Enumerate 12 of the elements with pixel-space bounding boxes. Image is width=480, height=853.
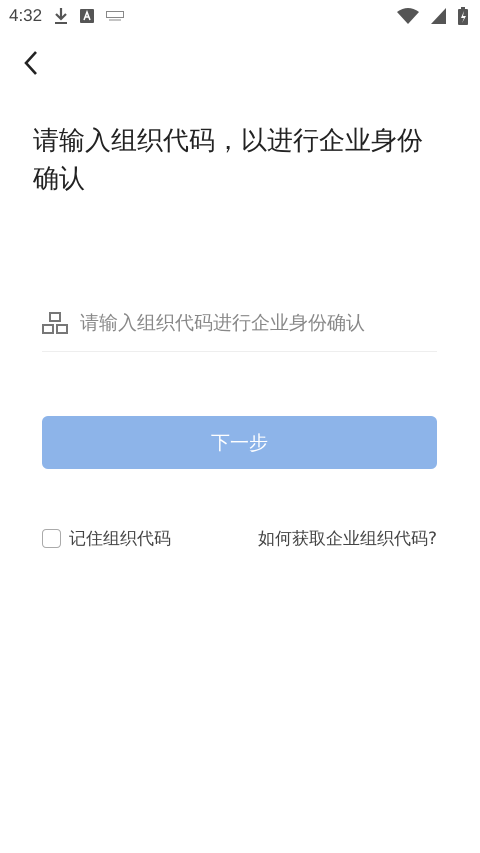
wifi-icon bbox=[397, 8, 419, 24]
signal-icon bbox=[431, 8, 446, 24]
status-time: 4:32 bbox=[9, 6, 42, 26]
remember-label: 记住组织代码 bbox=[69, 528, 171, 550]
hierarchy-icon bbox=[42, 312, 68, 334]
remember-checkbox[interactable] bbox=[42, 529, 61, 548]
keyboard-icon bbox=[106, 11, 124, 21]
download-icon bbox=[54, 7, 68, 25]
page-heading: 请输入组织代码，以进行企业身份确认 bbox=[33, 125, 424, 196]
battery-icon bbox=[458, 7, 468, 25]
help-link[interactable]: 如何获取企业组织代码? bbox=[258, 527, 437, 550]
app-icon bbox=[80, 9, 94, 23]
